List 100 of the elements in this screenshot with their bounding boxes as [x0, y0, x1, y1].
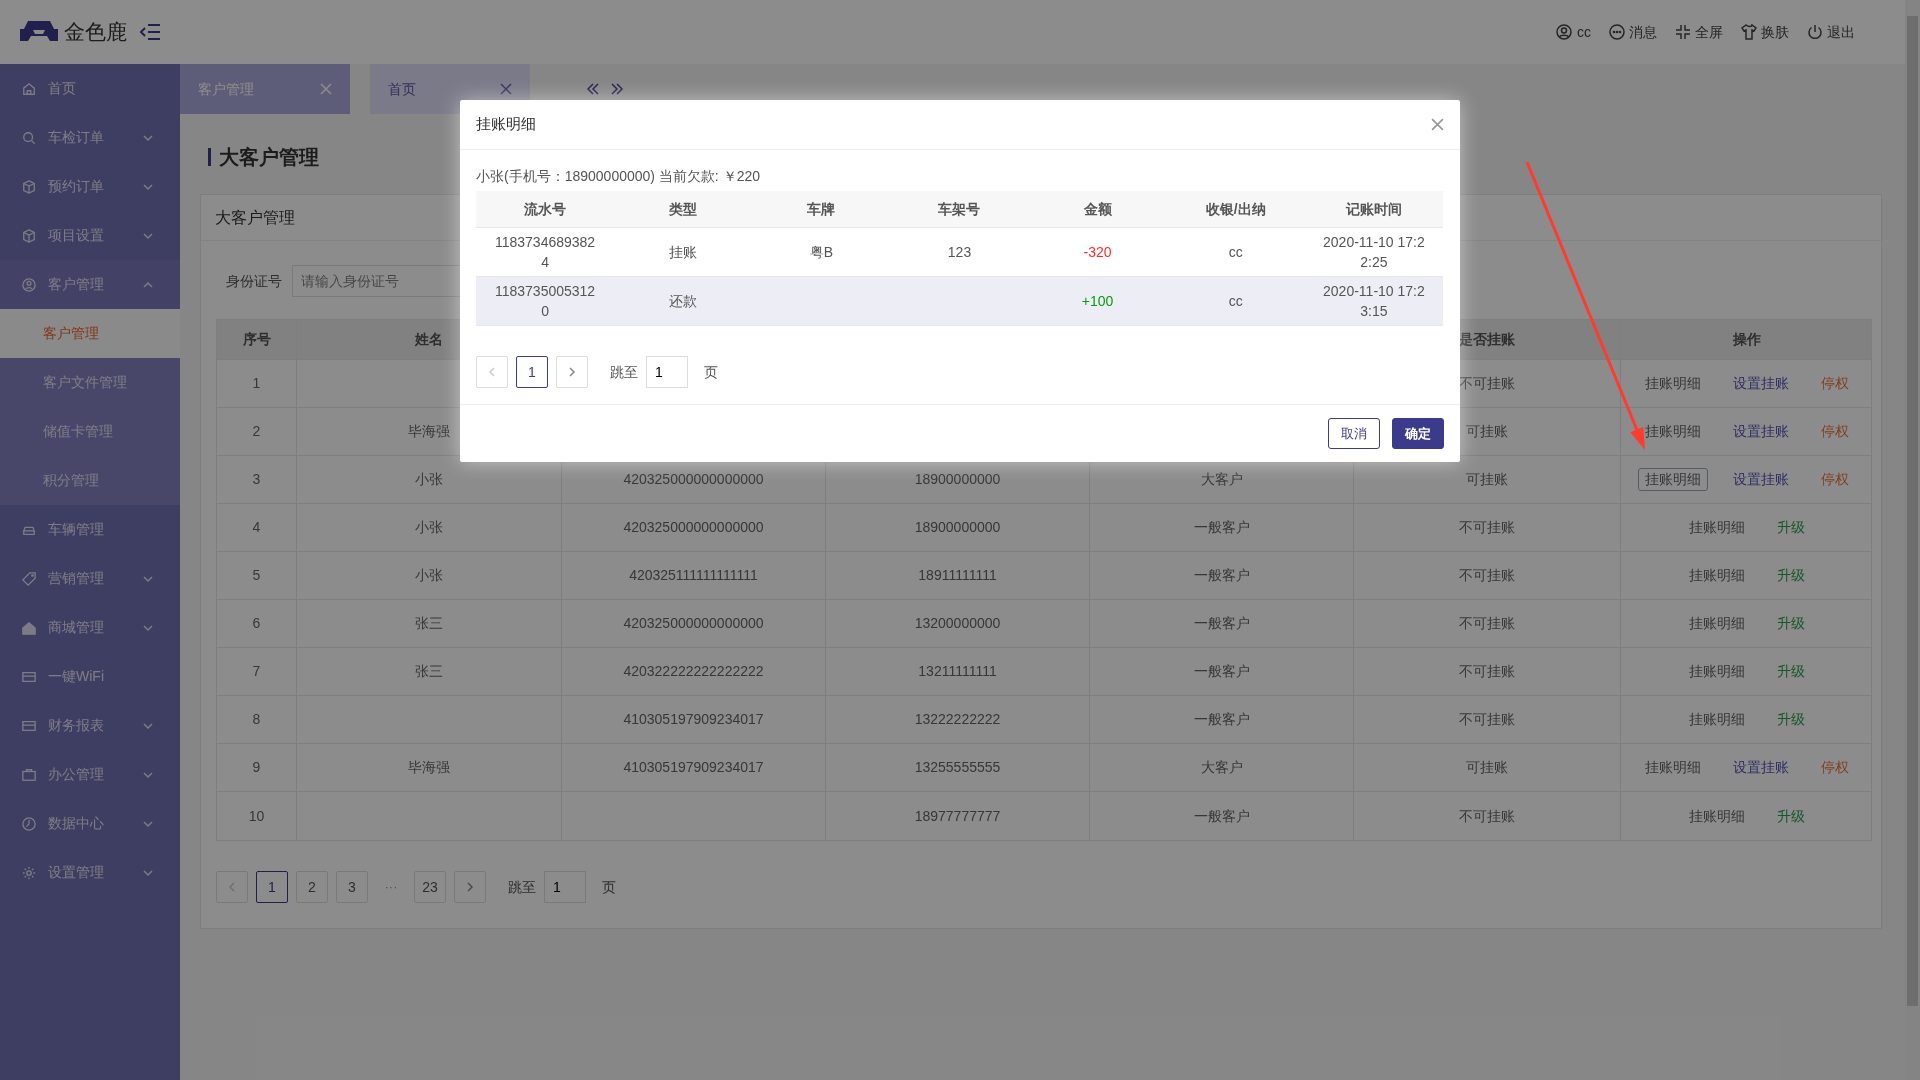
action-link[interactable]: 停权	[1815, 469, 1855, 490]
action-link[interactable]: 挂账明细	[1683, 805, 1751, 827]
action-link[interactable]: 停权	[1815, 373, 1855, 394]
sidebar-menu-item[interactable]: 首页	[0, 64, 180, 113]
close-icon[interactable]	[1431, 118, 1444, 131]
table-cell-text: 可挂账	[1466, 470, 1508, 489]
home-icon	[22, 81, 36, 96]
shirt-icon	[1741, 24, 1757, 40]
column-header: 车架号	[938, 199, 981, 219]
table-cell-text: 2020-11-10 17:22:25	[1322, 233, 1425, 272]
user-name[interactable]: cc	[1577, 21, 1591, 43]
action-link[interactable]: 停权	[1815, 757, 1855, 778]
column-header: 车牌	[807, 199, 836, 219]
sidebar-menu-item[interactable]: 一键WiFi	[0, 652, 180, 701]
action-link[interactable]: 升级	[1771, 709, 1811, 730]
action-link[interactable]: 设置挂账	[1727, 421, 1795, 442]
chevron-right-icon	[464, 881, 476, 893]
table-cell-text: 粤B	[809, 243, 833, 262]
chevron-right-button[interactable]	[454, 871, 486, 903]
action-link[interactable]: 挂账明细	[1683, 517, 1751, 538]
column-header: 姓名	[415, 330, 443, 349]
card-icon	[22, 669, 36, 684]
page-number-field[interactable]: 1	[646, 356, 688, 388]
action-link[interactable]: 挂账明细	[1639, 757, 1707, 778]
close-icon[interactable]	[500, 83, 512, 95]
table-cell-text: 一般客户	[1193, 518, 1250, 537]
table-cell-text: 不可挂账	[1459, 614, 1515, 633]
action-link[interactable]: 升级	[1771, 565, 1811, 586]
action-link[interactable]: 挂账明细	[1683, 661, 1751, 682]
chevron-left-icon	[226, 881, 238, 893]
chevron-left-button[interactable]	[216, 871, 248, 903]
table-cell-text: 8	[252, 710, 261, 729]
table-cell-text: 挂账	[669, 243, 698, 262]
clock-icon	[22, 816, 36, 831]
scrollbar[interactable]	[1905, 0, 1920, 1080]
action-link[interactable]: 升级	[1771, 661, 1811, 682]
table-cell-text: 410305197909234017	[623, 758, 764, 777]
table-cell-text: 7	[252, 662, 261, 681]
action-link[interactable]: 挂账明细	[1683, 565, 1751, 586]
header-logout-button[interactable]: 退出	[1807, 21, 1855, 43]
column-header: 类型	[669, 199, 698, 219]
action-link[interactable]: 挂账明细	[1639, 469, 1707, 490]
sidebar-menu-item[interactable]: 车检订单	[0, 113, 180, 162]
user-icon[interactable]	[1556, 24, 1572, 40]
search-icon	[22, 130, 36, 145]
column-header: 序号	[242, 330, 271, 349]
header-message-button[interactable]: 消息	[1609, 21, 1657, 43]
page-button[interactable]: 1	[256, 871, 288, 903]
action-link[interactable]: 挂账明细	[1683, 709, 1751, 730]
action-link[interactable]: 挂账明细	[1683, 613, 1751, 634]
sidebar-menu-item[interactable]: 数据中心	[0, 799, 180, 848]
sidebar-submenu-item[interactable]: 客户管理	[0, 309, 180, 358]
action-link[interactable]: 升级	[1771, 517, 1811, 538]
header-fullscreen-button[interactable]: 全屏	[1675, 21, 1723, 43]
table-cell-text: cc	[1228, 243, 1243, 262]
logo-icon	[20, 21, 58, 43]
table-cell-text: 420322222222222222	[623, 662, 764, 681]
table-cell-text: 一般客户	[1193, 710, 1250, 729]
double-chevron-left-icon[interactable]	[586, 82, 600, 96]
settings-icon	[22, 865, 36, 880]
card-icon	[22, 718, 36, 733]
sidebar-menu-item[interactable]: 财务报表	[0, 701, 180, 750]
cancel-button[interactable]: 取消	[1328, 418, 1380, 449]
dialog-title: 挂账明细	[476, 114, 536, 135]
page-suffix: 页	[602, 877, 616, 897]
page-button[interactable]: 2	[296, 871, 328, 903]
column-header: 是否挂账	[1459, 330, 1515, 349]
debt-summary-text: 小张(手机号：18900000000) 当前欠款: ￥220	[476, 167, 761, 186]
table-cell-text: 张三	[415, 614, 443, 633]
tag-icon	[22, 571, 36, 586]
table-cell-text: 不可挂账	[1459, 566, 1515, 585]
action-link[interactable]: 升级	[1771, 613, 1811, 634]
action-link[interactable]: 停权	[1815, 421, 1855, 442]
sidebar-menu-item[interactable]: 预约订单	[0, 162, 180, 211]
double-chevron-right-icon[interactable]	[610, 82, 624, 96]
header-skin-button[interactable]: 换肤	[1741, 21, 1789, 43]
menu-fold-icon[interactable]	[139, 23, 161, 41]
confirm-button[interactable]: 确定	[1392, 418, 1444, 449]
sidebar-menu-item[interactable]: 项目设置	[0, 211, 180, 260]
chevron-right-button[interactable]	[556, 356, 588, 388]
action-link[interactable]: 升级	[1771, 805, 1811, 827]
app-logo-text: 金色鹿	[64, 19, 127, 46]
jump-label: 跳至	[508, 877, 536, 897]
chevron-right-icon	[566, 366, 578, 378]
table-cell-text: 不可挂账	[1459, 710, 1515, 729]
table-cell-text: 2	[252, 422, 261, 441]
page-button[interactable]: 23	[414, 871, 446, 903]
table-cell-text: 3	[252, 470, 261, 489]
page-number-field[interactable]: 1	[544, 871, 586, 903]
action-link[interactable]: 挂账明细	[1639, 373, 1707, 394]
chevron-left-button[interactable]	[476, 356, 508, 388]
page-button[interactable]: 3	[336, 871, 368, 903]
action-link[interactable]: 设置挂账	[1727, 757, 1795, 778]
table-cell-text: 9	[252, 758, 261, 777]
title-bar-mark	[208, 148, 211, 166]
table-cell-text: cc	[1228, 292, 1243, 311]
table-cell-text: 一般客户	[1193, 806, 1250, 826]
action-link[interactable]: 设置挂账	[1727, 469, 1795, 490]
action-link[interactable]: 设置挂账	[1727, 373, 1795, 394]
page-button[interactable]: 1	[516, 356, 548, 388]
